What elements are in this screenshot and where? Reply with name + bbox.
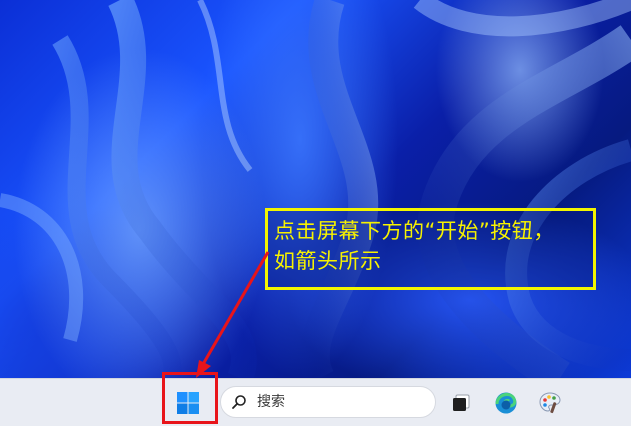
search-input[interactable] bbox=[255, 393, 409, 411]
instruction-line-2: 如箭头所示 bbox=[274, 249, 382, 273]
desktop-wallpaper bbox=[0, 0, 631, 378]
task-view-icon bbox=[453, 394, 470, 411]
wallpaper-swirls bbox=[0, 0, 631, 378]
instruction-line-1: 点击屏幕下方的“开始”按钮， bbox=[274, 219, 555, 243]
paint-app-button[interactable] bbox=[538, 391, 562, 415]
edge-browser-button[interactable] bbox=[494, 391, 518, 415]
search-icon bbox=[232, 395, 246, 409]
edge-browser-icon bbox=[495, 392, 517, 414]
start-highlight-box bbox=[162, 372, 218, 424]
task-view-button[interactable] bbox=[449, 391, 473, 415]
taskbar-search[interactable] bbox=[220, 386, 436, 418]
paint-app-icon bbox=[539, 392, 561, 414]
instruction-callout: 点击屏幕下方的“开始”按钮， 如箭头所示 bbox=[265, 208, 596, 290]
